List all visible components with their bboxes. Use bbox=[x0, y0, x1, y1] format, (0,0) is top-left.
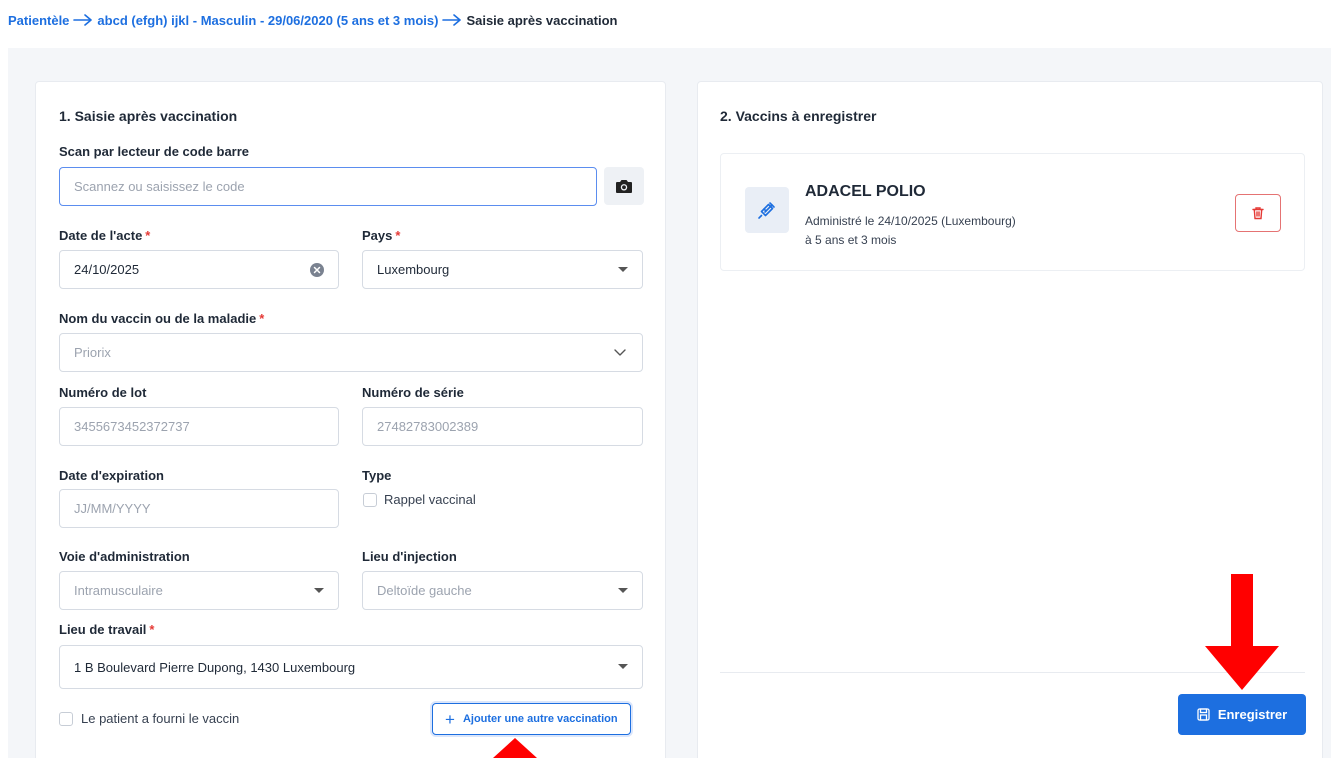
lieu-travail-label: Lieu de travail * bbox=[59, 622, 155, 637]
rappel-vaccinal-checkbox[interactable] bbox=[363, 493, 377, 507]
barcode-scan-input[interactable]: Scannez ou saisissez le code bbox=[59, 167, 597, 206]
save-button-label: Enregistrer bbox=[1217, 707, 1288, 722]
caret-down-icon bbox=[618, 267, 628, 272]
lot-input[interactable]: 3455673452372737 bbox=[59, 407, 339, 446]
date-acte-label: Date de l'acte * bbox=[59, 228, 151, 243]
panel-title-entry: 1. Saisie après vaccination bbox=[59, 108, 238, 124]
voie-select[interactable]: Intramusculaire bbox=[59, 571, 339, 610]
trash-icon bbox=[1252, 207, 1264, 220]
camera-scan-button[interactable] bbox=[604, 167, 644, 205]
lot-placeholder: 3455673452372737 bbox=[74, 419, 190, 434]
vaccination-entry-panel: 1. Saisie après vaccination Scan par lec… bbox=[35, 81, 666, 758]
syringe-icon bbox=[745, 187, 789, 233]
lieu-injection-label: Lieu d'injection bbox=[362, 549, 457, 564]
arrow-right-icon bbox=[441, 10, 463, 30]
caret-down-icon bbox=[618, 588, 628, 593]
date-acte-input[interactable]: 24/10/2025 bbox=[59, 250, 339, 289]
serie-label: Numéro de série bbox=[362, 385, 464, 400]
workspace: 1. Saisie après vaccination Scan par lec… bbox=[8, 48, 1331, 758]
vaccin-label: Nom du vaccin ou de la maladie * bbox=[59, 311, 265, 326]
chevron-down-icon bbox=[614, 349, 626, 356]
expiration-placeholder: JJ/MM/YYYY bbox=[74, 501, 151, 516]
expiration-input[interactable]: JJ/MM/YYYY bbox=[59, 489, 339, 528]
vaccine-administered: Administré le 24/10/2025 (Luxembourg) bbox=[805, 214, 1016, 228]
expiration-label: Date d'expiration bbox=[59, 468, 164, 483]
pays-value: Luxembourg bbox=[377, 262, 450, 277]
add-vaccination-label: Ajouter une autre vaccination bbox=[462, 713, 618, 725]
serie-input[interactable]: 27482783002389 bbox=[362, 407, 643, 446]
serie-placeholder: 27482783002389 bbox=[377, 419, 479, 434]
save-icon bbox=[1197, 708, 1210, 721]
add-vaccination-button[interactable]: + Ajouter une autre vaccination bbox=[432, 703, 631, 735]
plus-icon: + bbox=[445, 709, 455, 729]
lieu-travail-value: 1 B Boulevard Pierre Dupong, 1430 Luxemb… bbox=[74, 659, 356, 675]
pays-select[interactable]: Luxembourg bbox=[362, 250, 643, 289]
clear-circle-icon[interactable] bbox=[310, 263, 324, 277]
patient-fourni-label: Le patient a fourni le vaccin bbox=[81, 711, 240, 726]
vaccine-age: à 5 ans et 3 mois bbox=[805, 233, 897, 247]
scan-label: Scan par lecteur de code barre bbox=[59, 144, 250, 159]
lieu-injection-select[interactable]: Deltoïde gauche bbox=[362, 571, 643, 610]
delete-vaccine-button[interactable] bbox=[1235, 194, 1281, 232]
arrow-right-icon bbox=[72, 10, 94, 30]
caret-down-icon bbox=[618, 664, 628, 669]
vaccin-select[interactable]: Priorix bbox=[59, 333, 643, 372]
rappel-vaccinal-label: Rappel vaccinal bbox=[384, 492, 476, 507]
breadcrumb: Patientèle abcd (efgh) ijkl - Masculin -… bbox=[8, 10, 617, 30]
breadcrumb-patientele-link[interactable]: Patientèle bbox=[8, 13, 69, 28]
vaccine-name: ADACEL POLIO bbox=[805, 183, 926, 200]
voie-placeholder: Intramusculaire bbox=[74, 583, 163, 598]
panel-title-vaccines: 2. Vaccins à enregistrer bbox=[720, 108, 877, 124]
caret-down-icon bbox=[314, 588, 324, 593]
vaccine-card: ADACEL POLIO Administré le 24/10/2025 (L… bbox=[720, 153, 1305, 271]
type-label: Type bbox=[362, 468, 392, 483]
patient-fourni-checkbox[interactable] bbox=[59, 712, 73, 726]
barcode-scan-placeholder: Scannez ou saisissez le code bbox=[74, 179, 245, 194]
annotation-arrow-up-icon bbox=[493, 738, 537, 758]
date-acte-value: 24/10/2025 bbox=[74, 262, 140, 277]
breadcrumb-current: Saisie après vaccination bbox=[466, 12, 618, 28]
pays-label: Pays * bbox=[362, 228, 401, 243]
vaccin-placeholder: Priorix bbox=[74, 345, 111, 360]
lieu-travail-select[interactable]: 1 B Boulevard Pierre Dupong, 1430 Luxemb… bbox=[59, 645, 643, 689]
camera-icon bbox=[616, 180, 632, 193]
save-button[interactable]: Enregistrer bbox=[1178, 694, 1306, 735]
voie-label: Voie d'administration bbox=[59, 549, 190, 564]
lot-label: Numéro de lot bbox=[59, 385, 147, 400]
annotation-arrow-down-icon bbox=[1205, 574, 1279, 690]
lieu-injection-placeholder: Deltoïde gauche bbox=[377, 583, 472, 598]
breadcrumb-patient-link[interactable]: abcd (efgh) ijkl - Masculin - 29/06/2020… bbox=[97, 13, 438, 28]
